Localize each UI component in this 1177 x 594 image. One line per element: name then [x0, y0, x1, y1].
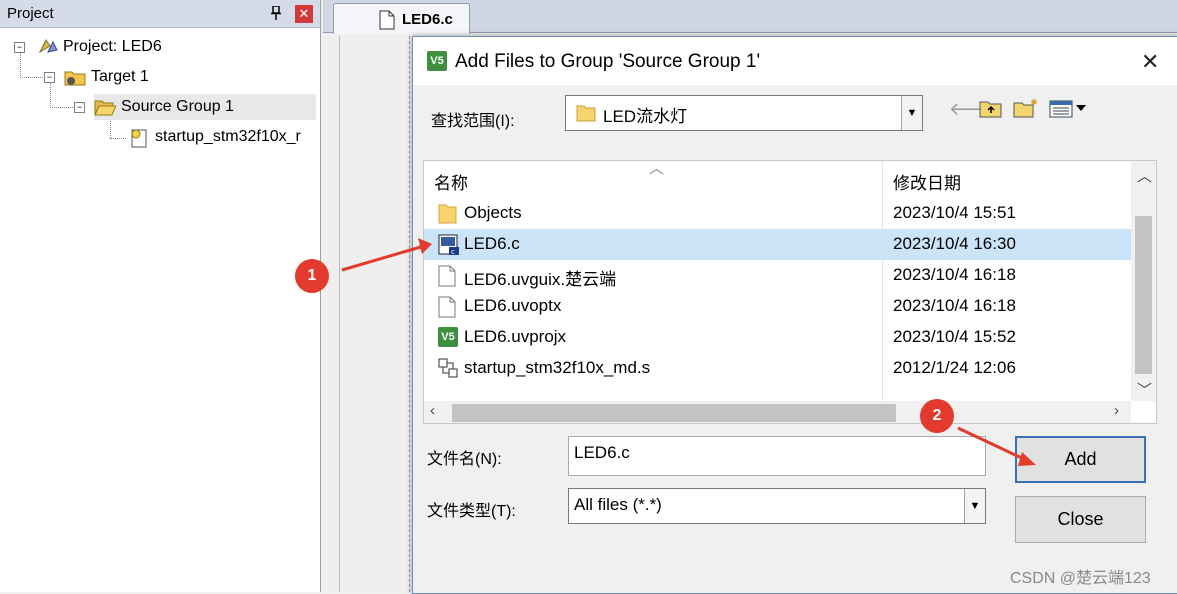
file-date: 2023/10/4 16:30 — [893, 234, 1016, 253]
step-marker-2: 2 — [920, 399, 954, 433]
file-name: LED6.c — [464, 234, 520, 253]
project-icon — [36, 38, 58, 56]
asm-file-icon — [438, 358, 458, 379]
folder-open-icon — [94, 98, 117, 116]
tree-label: startup_stm32f10x_r — [155, 128, 301, 145]
add-files-dialog: V5 Add Files to Group 'Source Group 1' ✕… — [412, 36, 1177, 594]
tree-connector — [50, 107, 75, 108]
scroll-left-icon[interactable]: ‹ — [430, 402, 435, 419]
scroll-down-icon[interactable]: ﹀ — [1137, 379, 1152, 400]
file-date: 2023/10/4 16:18 — [893, 265, 1016, 284]
file-row-uvoptx[interactable]: LED6.uvoptx 2023/10/4 16:18 — [424, 291, 1131, 322]
scroll-up-icon[interactable]: ︿ — [1137, 165, 1152, 186]
file-date: 2023/10/4 15:52 — [893, 327, 1016, 346]
file-name: Objects — [464, 203, 522, 222]
file-row-uvguix[interactable]: LED6.uvguix.楚云端 2023/10/4 16:18 — [424, 260, 1131, 291]
look-in-label: 查找范围(I): — [431, 113, 515, 130]
tree-label: Project: LED6 — [63, 38, 162, 55]
tree-connector — [50, 82, 51, 108]
filename-label: 文件名(N): — [427, 451, 502, 468]
tree-label: Target 1 — [91, 68, 149, 85]
tree-connector — [110, 138, 126, 139]
look-in-combo[interactable]: LED流水灯 ▼ — [565, 95, 923, 131]
folder-icon — [438, 203, 457, 224]
tree-item-startup-file[interactable]: startup_stm32f10x_r — [128, 124, 301, 150]
filetype-value: All files (*.*) — [574, 495, 662, 514]
column-header-date[interactable]: 修改日期 — [893, 169, 961, 194]
target-icon — [64, 68, 86, 86]
document-icon — [379, 10, 395, 35]
chevron-down-icon[interactable]: ▼ — [964, 489, 985, 523]
tree-item-source-group[interactable]: Source Group 1 — [94, 94, 316, 120]
file-name: LED6.uvprojx — [464, 327, 567, 346]
watermark: CSDN @楚云端123 — [1010, 570, 1151, 587]
tree-collapse-toggle[interactable]: − — [14, 42, 25, 53]
vertical-scroll-thumb[interactable] — [1135, 216, 1152, 374]
tree-connector — [20, 52, 21, 78]
look-in-value: LED流水灯 — [603, 107, 688, 126]
tab-label: LED6.c — [402, 11, 453, 28]
editor-gutter — [329, 36, 340, 592]
tree-connector — [110, 118, 111, 138]
horizontal-scroll-thumb[interactable] — [452, 404, 896, 422]
file-date: 2023/10/4 15:51 — [893, 203, 1016, 222]
file-date: 2023/10/4 16:18 — [893, 296, 1016, 315]
file-name: startup_stm32f10x_md.s — [464, 358, 651, 377]
filetype-label: 文件类型(T): — [427, 503, 516, 520]
project-panel-header: Project ✕ — [0, 0, 320, 28]
tree-item-project[interactable]: Project: LED6 — [36, 34, 162, 60]
sort-up-icon: ︿ — [649, 160, 665, 177]
add-button[interactable]: Add — [1015, 436, 1146, 483]
panel-close-icon[interactable]: ✕ — [295, 5, 313, 23]
asm-file-icon — [128, 128, 150, 148]
close-icon[interactable]: ✕ — [1141, 49, 1159, 75]
project-panel: Project ✕ − Project: LED6 − Target 1 − S… — [0, 0, 321, 592]
file-row-objects[interactable]: Objects 2023/10/4 15:51 — [424, 198, 1131, 229]
file-list[interactable]: ︿ 名称 修改日期 Objects 2023/10/4 15:51 c LED6… — [423, 160, 1157, 424]
filename-input[interactable]: LED6.c — [568, 436, 986, 476]
tree-label: Source Group 1 — [121, 98, 234, 115]
file-name: LED6.uvoptx — [464, 296, 562, 315]
tree-collapse-toggle[interactable]: − — [74, 102, 85, 113]
tree-item-target[interactable]: Target 1 — [64, 64, 149, 90]
file-name: LED6.uvguix.楚云端 — [464, 270, 617, 289]
horizontal-scrollbar[interactable]: ‹ › — [424, 401, 1131, 423]
tree-connector — [20, 77, 45, 78]
new-folder-icon[interactable] — [1013, 97, 1039, 124]
dialog-title: Add Files to Group 'Source Group 1' — [455, 51, 761, 72]
dialog-titlebar[interactable]: V5 Add Files to Group 'Source Group 1' ✕ — [413, 37, 1177, 85]
tree-collapse-toggle[interactable]: − — [44, 72, 55, 83]
up-folder-icon[interactable] — [979, 97, 1003, 124]
filename-value: LED6.c — [574, 443, 630, 462]
filetype-combo[interactable]: All files (*.*) ▼ — [568, 488, 986, 524]
close-button[interactable]: Close — [1015, 496, 1146, 543]
column-header-name[interactable]: 名称 — [434, 169, 468, 194]
tab-led6-c[interactable]: LED6.c — [333, 3, 470, 34]
file-row-startup[interactable]: startup_stm32f10x_md.s 2012/1/24 12:06 — [424, 353, 1131, 384]
view-menu-icon[interactable] — [1049, 99, 1089, 124]
tab-strip: LED6.c — [323, 0, 1177, 34]
editor-body[interactable] — [329, 36, 410, 592]
file-date: 2012/1/24 12:06 — [893, 358, 1016, 377]
svg-text:c: c — [451, 248, 455, 256]
step-marker-1: 1 — [295, 259, 329, 293]
folder-icon — [576, 103, 596, 128]
blank-file-icon — [438, 265, 456, 287]
blank-file-icon — [438, 296, 456, 318]
uvproj-icon: V5 — [438, 327, 458, 347]
file-row-uvprojx[interactable]: V5 LED6.uvprojx 2023/10/4 15:52 — [424, 322, 1131, 353]
vertical-scrollbar[interactable]: ︿ ﹀ — [1131, 161, 1156, 401]
scroll-right-icon[interactable]: › — [1114, 402, 1119, 419]
project-panel-title: Project — [7, 5, 54, 22]
c-file-icon: c — [438, 234, 459, 256]
chevron-down-icon[interactable]: ▼ — [901, 96, 922, 130]
pin-icon[interactable] — [270, 5, 282, 23]
file-row-led6-c[interactable]: c LED6.c 2023/10/4 16:30 — [424, 229, 1131, 260]
uvision-icon: V5 — [427, 51, 447, 71]
